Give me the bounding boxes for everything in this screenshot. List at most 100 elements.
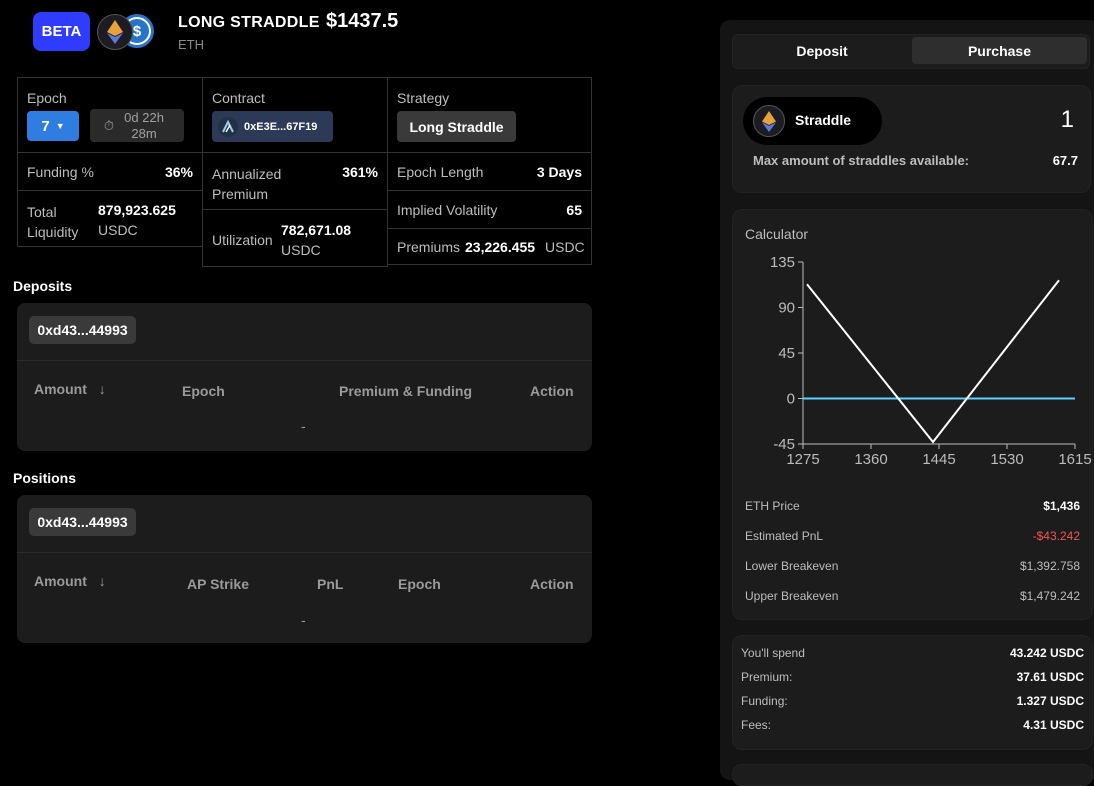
calc-row-value: -$43.242 bbox=[1032, 529, 1080, 543]
max-straddles-value: 67.7 bbox=[1052, 153, 1078, 168]
epoch-label: Epoch bbox=[27, 90, 67, 106]
contract-link[interactable]: 0xE3E...67F19 bbox=[212, 111, 333, 142]
max-straddles-label: Max amount of straddles available: bbox=[753, 153, 970, 168]
summary-row-value: 4.31 USDC bbox=[1023, 718, 1084, 732]
calc-row-label: Estimated PnL bbox=[745, 529, 824, 543]
x-tick-label: 1360 bbox=[854, 451, 887, 468]
epoch-length-value: 3 Days bbox=[536, 164, 582, 180]
summary-row-value: 1.327 USDC bbox=[1016, 694, 1084, 708]
col-pnl: PnL bbox=[317, 576, 344, 592]
summary-row-label: You'll spend bbox=[741, 646, 805, 660]
positions-title: Positions bbox=[13, 470, 77, 486]
iv-value: 65 bbox=[566, 202, 582, 218]
calculator-title: Calculator bbox=[745, 226, 809, 242]
utilization-value: 782,671.08 bbox=[281, 222, 352, 238]
funding-label: Funding % bbox=[27, 164, 94, 180]
y-tick-label: 90 bbox=[778, 300, 795, 317]
annualized-label: Annualized Premium bbox=[212, 166, 282, 202]
funding-value: 36% bbox=[164, 164, 193, 180]
col-ap-strike: AP Strike bbox=[187, 576, 249, 592]
col-epoch: Epoch bbox=[182, 383, 225, 399]
strategy-cell: Strategy Long Straddle bbox=[387, 77, 592, 153]
utilization-label: Utilization bbox=[212, 232, 273, 248]
deposits-title: Deposits bbox=[13, 278, 73, 294]
deposits-address: 0xd43...44993 bbox=[29, 316, 136, 344]
premiums-unit: USDC bbox=[545, 239, 585, 255]
total-liquidity-value: 879,923.625 bbox=[98, 202, 176, 218]
straddle-quantity-input[interactable]: 1 bbox=[1061, 106, 1074, 134]
summary-row-value: 37.61 USDC bbox=[1016, 670, 1084, 684]
summary-row-label: Funding: bbox=[741, 694, 788, 708]
y-tick-label: 0 bbox=[787, 391, 795, 408]
empty-placeholder: - bbox=[301, 612, 306, 628]
straddle-label: Straddle bbox=[795, 112, 852, 128]
col-action: Action bbox=[530, 383, 574, 399]
timer-icon: ⏱ bbox=[103, 117, 115, 133]
tab-bar: Deposit Purchase bbox=[732, 34, 1090, 69]
divider bbox=[17, 552, 592, 553]
calc-row-value: $1,392.758 bbox=[1019, 559, 1080, 573]
summary-row-value: 43.242 USDC bbox=[1009, 646, 1084, 660]
contract-label: Contract bbox=[212, 90, 265, 106]
contract-address: 0xE3E...67F19 bbox=[244, 120, 318, 133]
col-epoch: Epoch bbox=[398, 576, 441, 592]
implied-volatility-cell: Implied Volatility 65 bbox=[387, 190, 592, 229]
eth-icon bbox=[753, 105, 785, 137]
asset-symbol: ETH bbox=[178, 37, 204, 52]
calc-row-value: $1,436 bbox=[1043, 499, 1080, 513]
x-tick-label: 1445 bbox=[922, 451, 955, 468]
page-title: LONG STRADDLE bbox=[178, 14, 320, 31]
utilization-unit: USDC bbox=[281, 242, 321, 258]
empty-placeholder: - bbox=[301, 418, 306, 434]
arbitrum-icon bbox=[218, 116, 238, 137]
tab-purchase[interactable]: Purchase bbox=[912, 37, 1087, 64]
epoch-length-label: Epoch Length bbox=[397, 164, 484, 180]
asset-price: $1437.5 bbox=[326, 10, 399, 32]
payoff-line bbox=[806, 279, 1060, 444]
deposits-panel: 0xd43...44993 Amount ↓ Epoch Premium & F… bbox=[17, 303, 592, 451]
calc-row-label: Upper Breakeven bbox=[745, 589, 839, 603]
x-tick-label: 1275 bbox=[786, 451, 819, 468]
annualized-cell: Annualized Premium 361% bbox=[202, 152, 388, 210]
utilization-cell: Utilization 782,671.08 USDC bbox=[202, 209, 388, 267]
calc-row-value: $1,479.242 bbox=[1019, 589, 1080, 603]
annualized-value: 361% bbox=[342, 164, 378, 180]
straddle-card: Straddle 1 Max amount of straddles avail… bbox=[732, 85, 1091, 193]
chevron-down-icon: ▼ bbox=[55, 121, 65, 131]
col-amount[interactable]: Amount ↓ bbox=[34, 573, 106, 589]
beta-badge: BETA bbox=[33, 12, 90, 51]
strategy-label: Strategy bbox=[397, 90, 450, 106]
y-tick-label: 135 bbox=[770, 254, 795, 271]
divider bbox=[17, 360, 592, 361]
calc-row-label: ETH Price bbox=[745, 499, 800, 513]
col-action: Action bbox=[530, 576, 574, 592]
x-tick-label: 1530 bbox=[990, 451, 1023, 468]
total-liquidity-label: Total Liquidity bbox=[27, 204, 79, 240]
funding-cell: Funding % 36% bbox=[17, 152, 203, 191]
eth-icon bbox=[97, 14, 133, 50]
epoch-timer: 0d 22h 28m bbox=[124, 109, 164, 141]
positions-panel: 0xd43...44993 Amount ↓ AP Strike PnL Epo… bbox=[17, 495, 592, 643]
epoch-select[interactable]: 7 ▼ bbox=[27, 111, 79, 141]
x-tick-label: 1615 bbox=[1058, 451, 1091, 468]
epoch-cell: Epoch 7 ▼ ⏱ 0d 22h 28m bbox=[17, 77, 203, 153]
col-premium-funding: Premium & Funding bbox=[339, 383, 472, 399]
calculator-card: Calculator 135 90 45 0 -45 1275 1360 1445 1530 16… bbox=[732, 209, 1093, 620]
premiums-label: Premiums bbox=[397, 239, 461, 255]
payoff-chart: 13590450-451275 1360 1445 1530 1615 bbox=[770, 254, 1092, 468]
strategy-chip: Long Straddle bbox=[397, 111, 516, 142]
epoch-value: 7 bbox=[41, 117, 50, 135]
contract-cell: Contract 0xE3E...67F19 bbox=[202, 77, 388, 153]
tab-deposit[interactable]: Deposit bbox=[733, 35, 911, 66]
y-tick-label: 45 bbox=[778, 345, 795, 362]
arrow-down-icon: ↓ bbox=[98, 573, 106, 589]
total-liquidity-cell: Total Liquidity 879,923.625 USDC bbox=[17, 190, 203, 247]
straddle-selector[interactable]: Straddle bbox=[743, 97, 882, 145]
total-liquidity-unit: USDC bbox=[98, 222, 138, 238]
positions-address: 0xd43...44993 bbox=[29, 508, 136, 536]
summary-row-label: Premium: bbox=[741, 670, 793, 684]
premiums-cell: Premiums 23,226.455 USDC bbox=[387, 228, 592, 265]
epoch-timer-chip: ⏱ 0d 22h 28m bbox=[90, 109, 184, 142]
summary-card: You'll spend 43.242 USDC Premium: 37.61 USD… bbox=[732, 635, 1093, 750]
col-amount[interactable]: Amount ↓ bbox=[34, 381, 106, 397]
